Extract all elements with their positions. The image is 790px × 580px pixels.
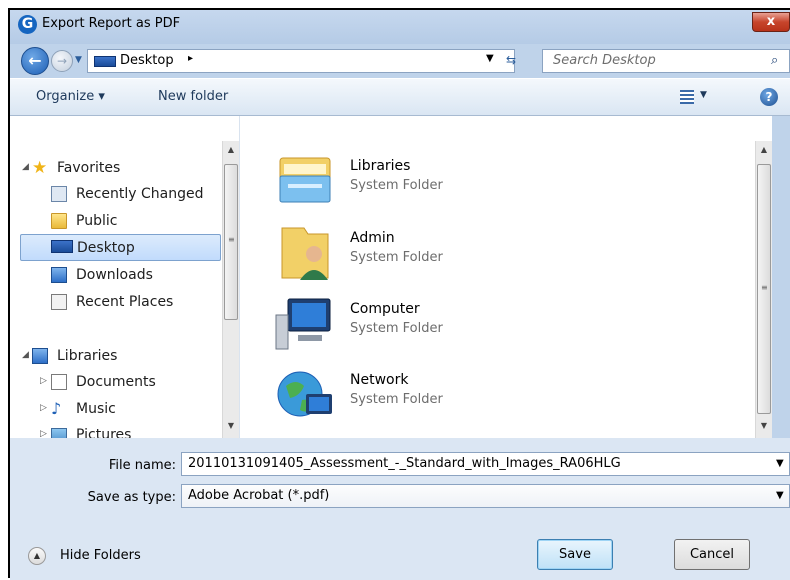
favorites-expand-icon[interactable]: ◢ <box>22 162 29 172</box>
save-type-dropdown-icon[interactable]: ▼ <box>776 490 784 501</box>
views-dropdown-icon[interactable]: ▼ <box>700 90 707 100</box>
save-type-label: Save as type: <box>87 490 176 505</box>
save-button[interactable]: Save <box>537 539 613 570</box>
documents-expand-icon[interactable]: ▷ <box>40 376 47 386</box>
scrollbar-thumb[interactable]: ≡ <box>757 164 771 414</box>
file-list-pane: Libraries System Folder Admin System Fol… <box>239 116 772 438</box>
item-name: Network <box>350 372 409 388</box>
libraries-label: Libraries <box>57 348 118 364</box>
save-type-value: Adobe Acrobat (*.pdf) <box>188 488 330 503</box>
network-icon <box>277 371 332 417</box>
address-bar[interactable]: Desktop ▸ ▼ ⇆ <box>87 49 518 73</box>
scroll-up-icon[interactable]: ▲ <box>756 141 772 158</box>
address-dropdown-icon[interactable]: ▼ <box>486 53 494 64</box>
app-icon: G <box>18 15 37 34</box>
scroll-down-icon[interactable]: ▼ <box>223 417 239 434</box>
file-list-scrollbar[interactable]: ▲ ≡ ▼ <box>755 141 772 438</box>
forward-button[interactable]: → <box>51 50 73 72</box>
search-placeholder: Search Desktop <box>553 53 656 68</box>
list-item-network[interactable]: Network System Folder <box>274 364 514 430</box>
toolbar: Organize ▾ New folder ▼ ? <box>10 78 790 116</box>
file-name-field[interactable]: 20110131091405_Assessment_-_Standard_wit… <box>181 452 790 476</box>
navigation-row: ← → ▼ Desktop ▸ ▼ ⇆ Search Desktop ⌕ <box>10 44 790 78</box>
grip-icon: ≡ <box>761 283 768 292</box>
recent-locations-dropdown[interactable]: ▼ <box>75 53 87 67</box>
nav-item-label: Recent Places <box>76 294 174 310</box>
list-item-libraries[interactable]: Libraries System Folder <box>274 150 514 216</box>
music-expand-icon[interactable]: ▷ <box>40 403 47 413</box>
folder-icon <box>51 213 67 229</box>
back-button[interactable]: ← <box>21 47 49 75</box>
nav-item-label: Documents <box>76 374 156 390</box>
save-options-panel: File name: 20110131091405_Assessment_-_S… <box>10 438 790 580</box>
libraries-icon <box>32 348 48 364</box>
item-type: System Folder <box>350 178 443 193</box>
address-location[interactable]: Desktop <box>120 53 174 68</box>
search-input[interactable]: Search Desktop ⌕ <box>542 49 790 73</box>
save-dialog-window: G Export Report as PDF x ← → ▼ Desktop ▸… <box>8 8 790 580</box>
nav-item-desktop[interactable]: Desktop <box>20 234 221 261</box>
file-name-value: 20110131091405_Assessment_-_Standard_wit… <box>188 456 621 471</box>
libraries-icon <box>279 157 331 203</box>
nav-item-label: Downloads <box>76 267 153 283</box>
nav-item-label: Recently Changed <box>76 186 204 202</box>
navigation-pane: ◢ ★ Favorites Recently Changed Public De… <box>10 116 239 438</box>
pictures-icon <box>51 428 67 438</box>
nav-pane-scrollbar[interactable]: ▲ ≡ ▼ <box>222 141 239 438</box>
star-icon: ★ <box>32 158 48 178</box>
organize-button[interactable]: Organize ▾ <box>36 89 105 104</box>
scrollbar-thumb[interactable]: ≡ <box>224 164 238 320</box>
item-type: System Folder <box>350 392 443 407</box>
file-name-label: File name: <box>108 458 176 473</box>
grip-icon: ≡ <box>228 235 235 244</box>
breadcrumb-chevron-icon[interactable]: ▸ <box>188 53 193 64</box>
documents-icon <box>51 374 67 390</box>
user-folder-icon <box>281 227 329 280</box>
downloads-icon <box>51 267 67 283</box>
nav-item-label: Desktop <box>77 240 135 256</box>
file-name-dropdown-icon[interactable]: ▼ <box>776 458 784 469</box>
list-item-admin[interactable]: Admin System Folder <box>274 222 514 288</box>
item-name: Libraries <box>350 158 411 174</box>
pictures-expand-icon[interactable]: ▷ <box>40 429 47 438</box>
search-icon[interactable]: ⌕ <box>771 53 778 68</box>
new-folder-button[interactable]: New folder <box>158 89 228 104</box>
computer-icon <box>275 298 331 350</box>
libraries-expand-icon[interactable]: ◢ <box>22 350 29 360</box>
help-icon[interactable]: ? <box>760 88 778 106</box>
desktop-icon <box>51 240 73 253</box>
scroll-down-icon[interactable]: ▼ <box>756 417 772 434</box>
recent-places-icon <box>51 294 67 310</box>
music-icon: ♪ <box>51 399 62 418</box>
list-item-computer[interactable]: Computer System Folder <box>274 293 514 359</box>
desktop-icon <box>94 56 116 67</box>
favorites-label: Favorites <box>57 160 121 176</box>
item-type: System Folder <box>350 321 443 336</box>
views-icon[interactable] <box>680 90 694 104</box>
close-button[interactable]: x <box>752 12 790 32</box>
chevron-up-icon: ▲ <box>28 547 46 565</box>
nav-item-label: Public <box>76 213 118 229</box>
title-bar[interactable]: G Export Report as PDF x <box>10 10 790 44</box>
item-type: System Folder <box>350 250 443 265</box>
save-type-select[interactable]: Adobe Acrobat (*.pdf) <box>181 484 790 508</box>
nav-item-label: Pictures <box>76 427 132 438</box>
window-title: Export Report as PDF <box>42 16 181 31</box>
scroll-up-icon[interactable]: ▲ <box>223 141 239 158</box>
item-name: Admin <box>350 230 395 246</box>
nav-item-label: Music <box>76 401 116 417</box>
hide-folders-label: Hide Folders <box>60 548 141 563</box>
recently-changed-icon <box>51 186 67 202</box>
cancel-button[interactable]: Cancel <box>674 539 750 570</box>
item-name: Computer <box>350 301 420 317</box>
refresh-icon[interactable]: ⇆ <box>506 53 518 67</box>
